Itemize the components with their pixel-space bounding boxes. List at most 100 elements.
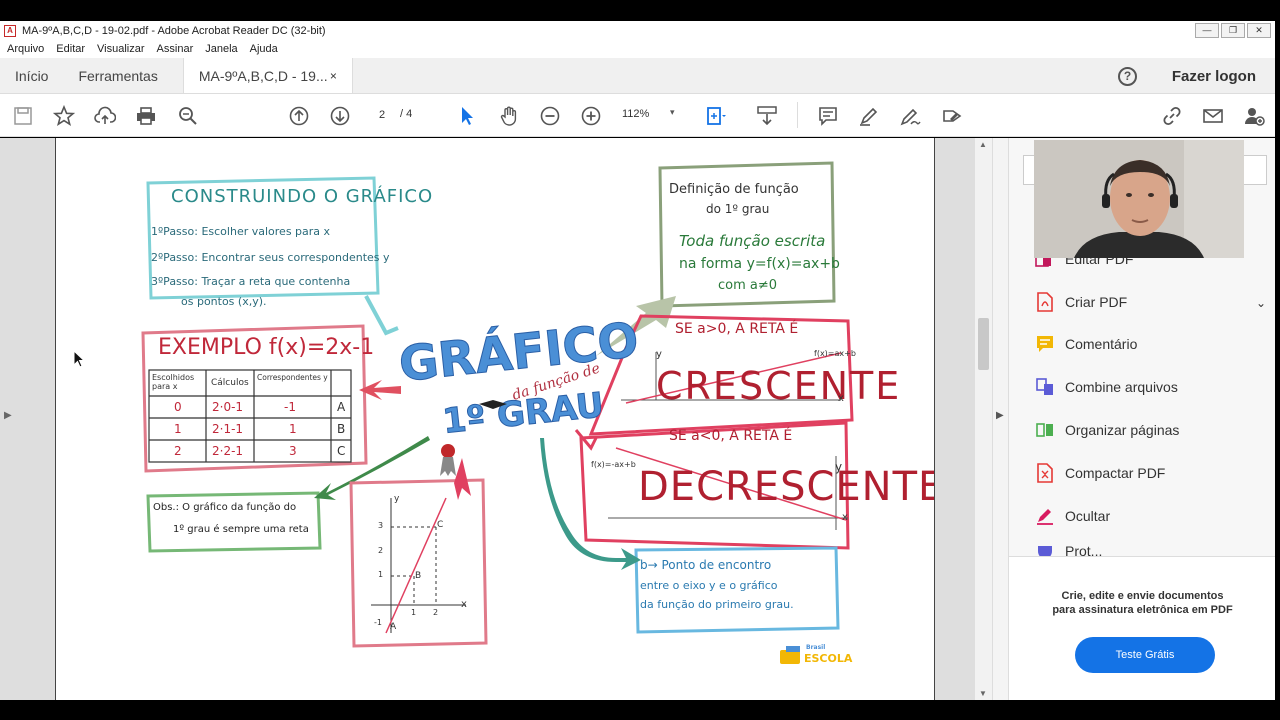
table-cell: A xyxy=(337,400,346,414)
save-icon[interactable] xyxy=(11,104,35,128)
add-user-icon[interactable] xyxy=(1242,104,1266,128)
table-cell: 3 xyxy=(289,444,297,458)
promo-line2: para assinatura eletrônica em PDF xyxy=(1052,604,1233,616)
table-cell: 0 xyxy=(174,400,182,414)
zoom-in-icon[interactable] xyxy=(579,104,603,128)
zoom-search-icon[interactable] xyxy=(176,104,200,128)
left-panel-toggle-icon[interactable]: ▶ xyxy=(4,410,12,421)
toolbar-separator xyxy=(797,102,798,128)
graph-tick-x: 1 xyxy=(411,608,417,617)
highlight-pen-icon[interactable] xyxy=(857,104,881,128)
document-area[interactable]: ▶ GRÁFICO 1º GRAU da função de CONSTRUIN… xyxy=(0,138,992,700)
screen-edge xyxy=(1275,0,1280,720)
tool-combine-files[interactable]: Combine arquivos xyxy=(1034,375,1178,399)
vertical-scrollbar[interactable]: ▲ ▼ xyxy=(975,138,992,700)
scroll-mode-icon[interactable] xyxy=(755,104,779,128)
pdf-page[interactable]: GRÁFICO 1º GRAU da função de CONSTRUINDO… xyxy=(55,138,935,700)
menu-visualizar[interactable]: Visualizar xyxy=(97,43,145,55)
tool-label: Organizar páginas xyxy=(1065,422,1180,438)
graph-axes xyxy=(371,498,466,633)
decrescente-y: y xyxy=(835,460,843,474)
hand-tool-icon[interactable] xyxy=(497,104,521,128)
next-page-icon[interactable] xyxy=(328,104,352,128)
graph-tick-y: 3 xyxy=(378,521,384,530)
example-header-x: Escolhidos para x xyxy=(152,373,195,391)
menu-arquivo[interactable]: Arquivo xyxy=(7,43,44,55)
b-point-arrow xyxy=(540,438,641,570)
table-cell: 2·0-1 xyxy=(212,400,244,414)
page-number-input[interactable]: 2 xyxy=(368,105,396,125)
graph-tick-y: 1 xyxy=(378,570,384,579)
tab-document[interactable]: MA-9ºA,B,C,D - 19... × xyxy=(182,58,353,93)
construct-step2: 2ºPasso: Encontrar seus correspondentes … xyxy=(151,251,390,264)
logo-small-text: Brasil xyxy=(806,644,826,651)
chevron-down-icon[interactable]: ⌄ xyxy=(1256,296,1266,310)
tool-comment[interactable]: Comentário xyxy=(1034,332,1137,356)
share-link-icon[interactable] xyxy=(1160,104,1184,128)
scroll-thumb[interactable] xyxy=(978,318,989,370)
zoom-dropdown-icon[interactable]: ▾ xyxy=(670,107,675,118)
tab-document-label: MA-9ºA,B,C,D - 19... xyxy=(198,67,328,84)
tool-label: Combine arquivos xyxy=(1065,379,1178,395)
menu-bar: Arquivo Editar Visualizar Assinar Janela… xyxy=(0,40,1275,58)
email-icon[interactable] xyxy=(1201,104,1225,128)
menu-editar[interactable]: Editar xyxy=(56,43,85,55)
tab-home[interactable]: Início xyxy=(0,58,63,93)
help-icon[interactable]: ? xyxy=(1118,67,1137,86)
cloud-upload-icon[interactable] xyxy=(93,104,117,128)
login-button[interactable]: Fazer logon xyxy=(1172,68,1256,85)
crescente-x: x xyxy=(838,393,844,404)
zoom-out-icon[interactable] xyxy=(538,104,562,128)
minimize-button[interactable]: — xyxy=(1195,23,1219,38)
graph-y-label: y xyxy=(394,494,400,504)
toolbar: 2 / 4 112% ▾ xyxy=(0,94,1275,137)
print-icon[interactable] xyxy=(134,104,158,128)
example-header-calc: Cálculos xyxy=(211,378,249,388)
comment-icon[interactable] xyxy=(816,104,840,128)
free-trial-button[interactable]: Teste Grátis xyxy=(1075,637,1215,673)
right-pane-toggle[interactable]: ▶ xyxy=(992,138,1008,700)
screen: A MA-9ºA,B,C,D - 19-02.pdf - Adobe Acrob… xyxy=(0,0,1280,720)
graph-tick-y: -1 xyxy=(374,618,382,627)
table-cell: 2·1-1 xyxy=(212,422,244,436)
scroll-down-icon[interactable]: ▼ xyxy=(979,689,987,698)
crescente-fx: f(x)=ax+b xyxy=(814,349,856,358)
example-title: EXEMPLO f(x)=2x-1 xyxy=(158,335,375,360)
graph-point-label: A xyxy=(390,622,397,632)
construct-title: CONSTRUINDO O GRÁFICO xyxy=(171,186,434,207)
construct-step3b: os pontos (x,y). xyxy=(181,295,267,308)
tool-create-pdf[interactable]: Criar PDF ⌄ xyxy=(1034,290,1266,314)
close-window-button[interactable]: ✕ xyxy=(1247,23,1271,38)
tab-tools[interactable]: Ferramentas xyxy=(63,58,172,93)
tool-protect[interactable]: Prot... xyxy=(1034,546,1102,556)
menu-ajuda[interactable]: Ajuda xyxy=(250,43,278,55)
menu-assinar[interactable]: Assinar xyxy=(157,43,194,55)
table-cell: 2·2-1 xyxy=(212,444,244,458)
definition-text-2: na forma y=f(x)=ax+b xyxy=(679,256,840,272)
decrescente-fx: f(x)=-ax+b xyxy=(591,460,636,469)
sign-icon[interactable] xyxy=(898,104,922,128)
right-pane-toggle-icon[interactable]: ▶ xyxy=(996,410,1004,421)
decrescente-x: x xyxy=(842,512,848,523)
previous-page-icon[interactable] xyxy=(287,104,311,128)
center-title-1: GRÁFICO xyxy=(396,311,641,393)
select-cursor-icon[interactable] xyxy=(455,104,479,128)
star-icon[interactable] xyxy=(52,104,76,128)
scroll-up-icon[interactable]: ▲ xyxy=(979,140,987,149)
tool-organize-pages[interactable]: Organizar páginas xyxy=(1034,418,1179,442)
fit-page-icon[interactable] xyxy=(704,104,728,128)
tool-compress-pdf[interactable]: Compactar PDF xyxy=(1034,461,1165,485)
zoom-level[interactable]: 112% xyxy=(622,108,649,120)
table-cell: 2 xyxy=(174,444,182,458)
menu-janela[interactable]: Janela xyxy=(205,43,237,55)
definition-title-1: Definição de função xyxy=(669,182,799,197)
fill-sign-icon[interactable] xyxy=(940,104,964,128)
graph-tick-y: 2 xyxy=(378,546,384,555)
table-cell: 1 xyxy=(174,422,182,436)
definition-title-2: do 1º grau xyxy=(706,202,770,216)
crescente-word: CRESCENTE xyxy=(656,364,902,408)
maximize-button[interactable]: ❐ xyxy=(1221,23,1245,38)
tab-close-icon[interactable]: × xyxy=(330,69,337,83)
tool-redact[interactable]: Ocultar xyxy=(1034,504,1110,528)
tool-label: Ocultar xyxy=(1065,508,1111,524)
